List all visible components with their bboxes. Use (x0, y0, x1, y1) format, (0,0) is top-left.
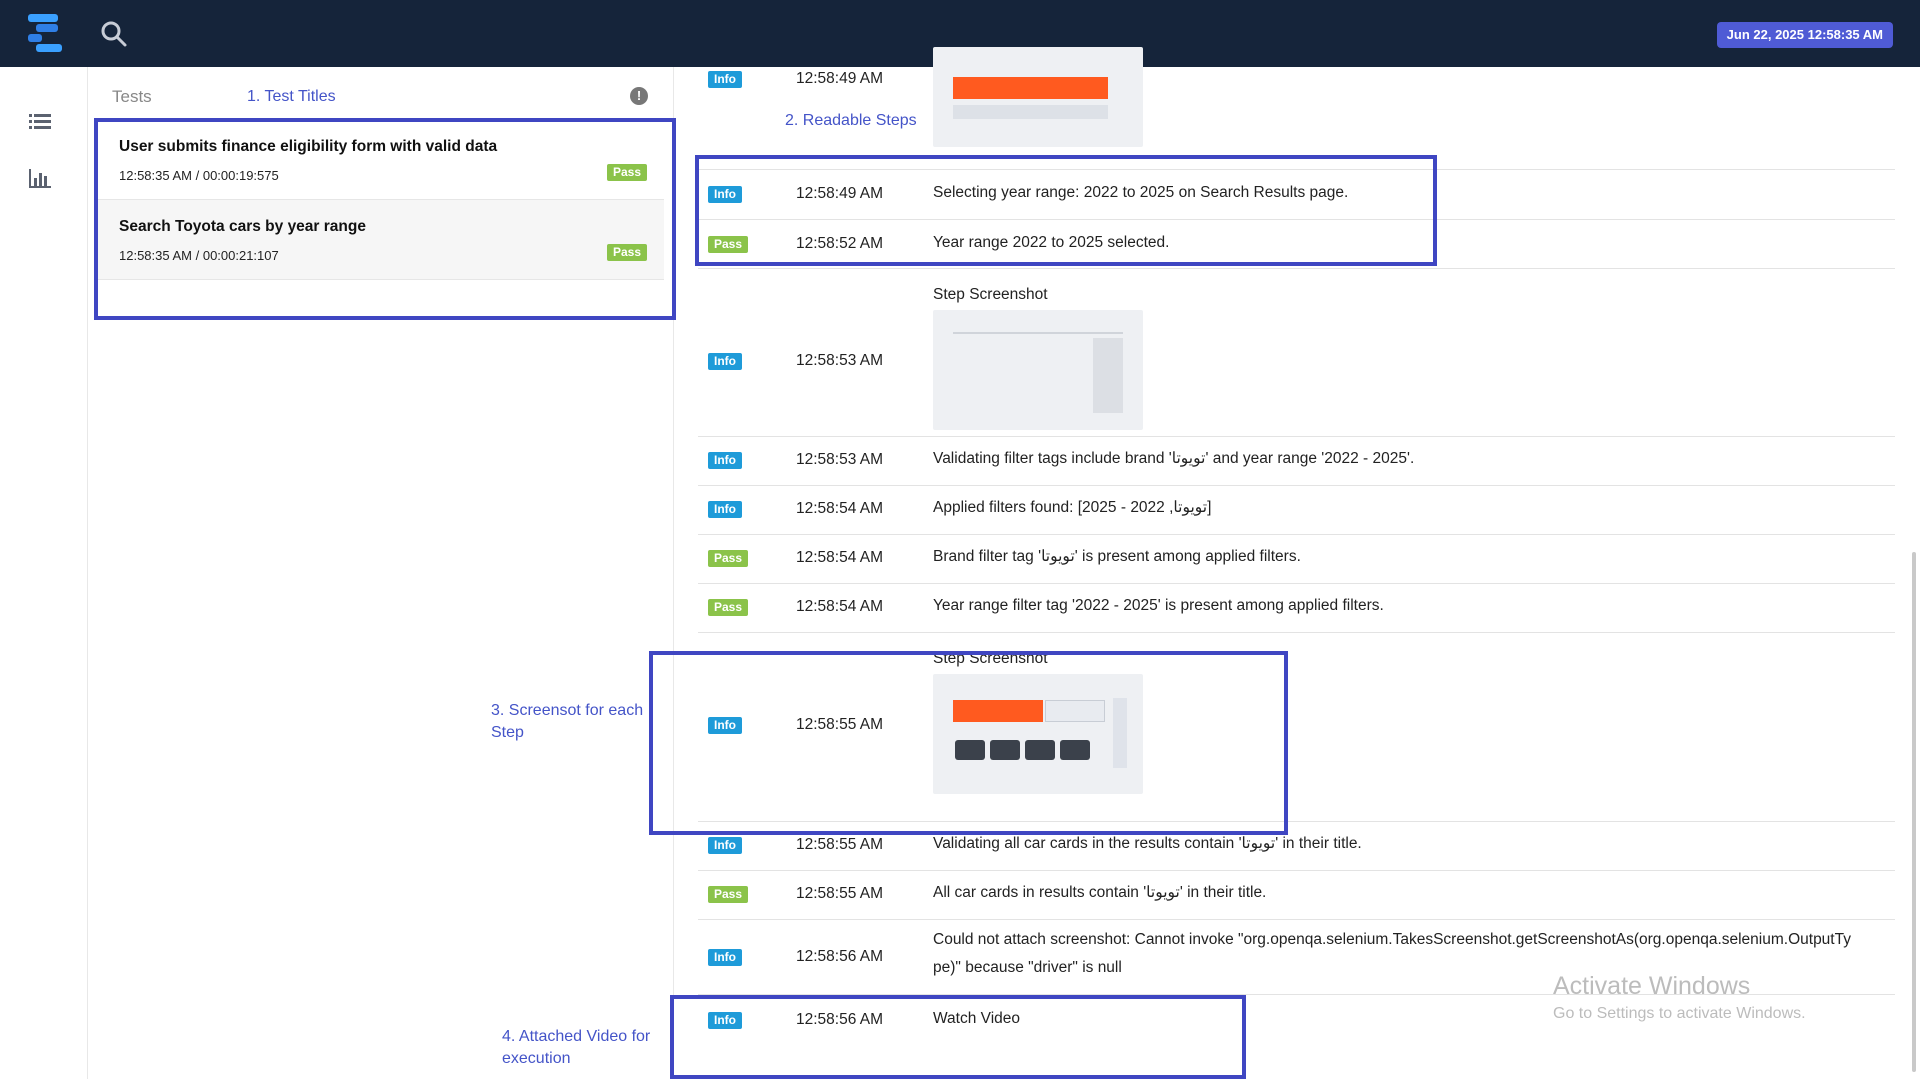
step-time: 12:58:54 AM (796, 549, 884, 566)
step-time: 12:58:53 AM (796, 451, 884, 468)
windows-activation-watermark: Activate Windows Go to Settings to activ… (1553, 972, 1806, 1023)
step-row: Info 12:58:49 AM Selecting year range: 2… (698, 170, 1895, 220)
step-description-line: Could not attach screenshot: Cannot invo… (933, 931, 1851, 948)
alert-icon[interactable]: ! (630, 87, 648, 105)
list-icon[interactable] (29, 112, 51, 132)
scrollbar[interactable] (1912, 552, 1916, 1072)
app-logo[interactable] (28, 12, 64, 54)
annotation-line: execution (502, 1050, 571, 1067)
steps-table: Info 12:58:49 AM Info 12:58:49 AM Select… (698, 47, 1895, 1079)
status-badge: Info (708, 71, 742, 88)
step-time: 12:58:49 AM (796, 70, 884, 87)
status-badge: Info (708, 717, 742, 734)
test-item[interactable]: Search Toyota cars by year range 12:58:3… (98, 200, 664, 280)
annotation-line: Step (491, 724, 524, 741)
status-badge: Info (708, 186, 742, 203)
status-badge: Info (708, 501, 742, 518)
step-description: Applied filters found: [2025 - 2022 ,توي… (933, 499, 1212, 516)
step-row: Info 12:58:54 AM Applied filters found: … (698, 486, 1895, 535)
step-time: 12:58:56 AM (796, 1011, 884, 1028)
step-description: All car cards in results contain 'تويوتا… (933, 884, 1267, 901)
step-time: 12:58:56 AM (796, 948, 884, 965)
step-time: 12:58:55 AM (796, 885, 884, 902)
step-row: Info 12:58:53 AM Step Screenshot (698, 269, 1895, 437)
step-time: 12:58:55 AM (796, 836, 884, 853)
test-title: Search Toyota cars by year range (119, 218, 366, 235)
status-badge: Pass (708, 236, 749, 253)
status-badge: Pass (708, 599, 749, 616)
step-row: Info 12:58:53 AM Validating filter tags … (698, 437, 1895, 486)
report-date-badge: Jun 22, 2025 12:58:35 AM (1716, 22, 1893, 48)
status-badge: Pass (708, 550, 749, 567)
annotation-line: 4. Attached Video for (502, 1028, 651, 1045)
step-row: Pass 12:58:54 AM Brand filter tag 'تويوت… (698, 535, 1895, 584)
step-row: Info 12:58:55 AM Step Screenshot (698, 633, 1895, 822)
test-item[interactable]: User submits finance eligibility form wi… (98, 120, 664, 200)
tests-panel: Tests ! User submits finance eligibility… (88, 67, 674, 1079)
test-duration: 12:58:35 AM / 00:00:21:107 (119, 248, 279, 263)
status-badge: Info (708, 452, 742, 469)
step-row: Pass 12:58:55 AM All car cards in result… (698, 871, 1895, 920)
bar-chart-icon[interactable] (29, 169, 51, 189)
step-time: 12:58:54 AM (796, 598, 884, 615)
step-screenshot[interactable] (933, 674, 1143, 794)
step-description: Year range 2022 to 2025 selected. (933, 234, 1170, 251)
step-description: Validating filter tags include brand 'تو… (933, 450, 1415, 467)
status-badge: Info (708, 353, 742, 370)
annotation-line: 3. Screensot for each (491, 702, 644, 719)
side-navigation (0, 67, 88, 1079)
step-screenshot[interactable] (933, 310, 1143, 430)
step-time: 12:58:52 AM (796, 235, 884, 252)
status-badge: Pass (606, 164, 647, 181)
step-description: Brand filter tag 'تويوتا' is present amo… (933, 548, 1301, 565)
step-screenshot-label: Step Screenshot (933, 286, 1048, 303)
annotation-attached-video: 4. Attached Video for execution (502, 1026, 650, 1070)
step-time: 12:58:49 AM (796, 185, 884, 202)
step-screenshot[interactable] (933, 47, 1143, 147)
step-time: 12:58:55 AM (796, 716, 884, 733)
step-description: Year range filter tag '2022 - 2025' is p… (933, 597, 1384, 614)
step-time: 12:58:54 AM (796, 500, 884, 517)
test-duration: 12:58:35 AM / 00:00:19:575 (119, 168, 279, 183)
tests-header: Tests (112, 87, 152, 106)
search-icon[interactable] (100, 20, 128, 48)
test-title: User submits finance eligibility form wi… (119, 138, 498, 155)
watermark-subtitle: Go to Settings to activate Windows. (1553, 1005, 1806, 1022)
status-badge: Info (708, 949, 742, 966)
step-description: Selecting year range: 2022 to 2025 on Se… (933, 184, 1349, 201)
step-row: Info 12:58:55 AM Validating all car card… (698, 822, 1895, 871)
step-row: Pass 12:58:52 AM Year range 2022 to 2025… (698, 220, 1895, 269)
step-row: Info 12:58:49 AM (698, 47, 1895, 170)
annotation-test-titles: 1. Test Titles (247, 88, 336, 105)
step-screenshot-label: Step Screenshot (933, 650, 1048, 667)
step-time: 12:58:53 AM (796, 352, 884, 369)
status-badge: Info (708, 837, 742, 854)
status-badge: Info (708, 1012, 742, 1029)
status-badge: Pass (708, 886, 749, 903)
annotation-screenshot-step: 3. Screensot for each Step (491, 700, 643, 744)
step-row: Pass 12:58:54 AM Year range filter tag '… (698, 584, 1895, 633)
step-description: Validating all car cards in the results … (933, 835, 1362, 852)
watermark-title: Activate Windows (1553, 972, 1751, 1000)
status-badge: Pass (606, 244, 647, 261)
